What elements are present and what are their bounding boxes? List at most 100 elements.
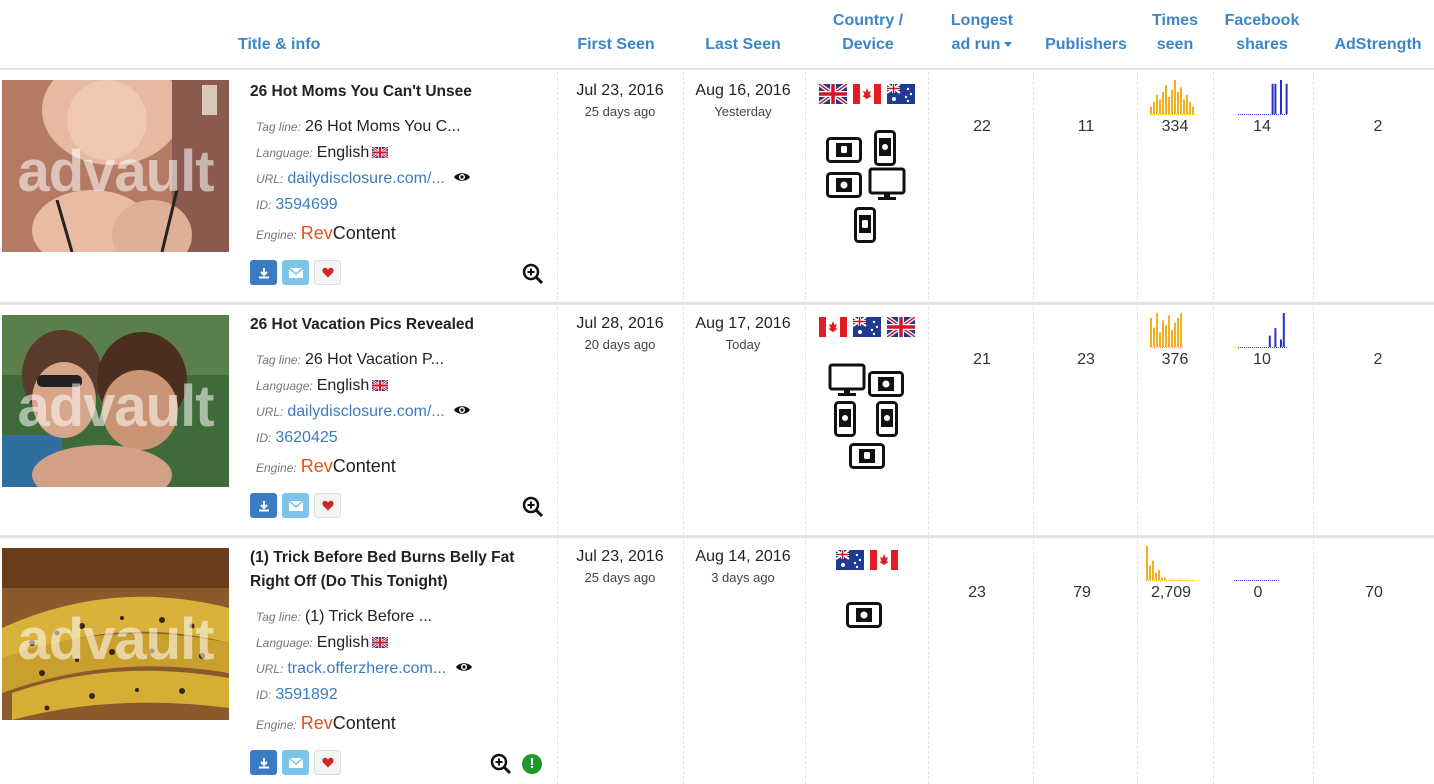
- first-seen-cell: Jul 23, 2016 25 days ago: [560, 80, 680, 122]
- url-link[interactable]: track.offerzhere.com...: [287, 660, 446, 677]
- sparkline-bar: [1165, 84, 1167, 114]
- facebook-shares-value: 14: [1253, 118, 1271, 135]
- longest-ad-run-value: 22: [973, 118, 991, 135]
- col-adstrength[interactable]: AdStrength: [1326, 0, 1430, 68]
- favorite-button[interactable]: [314, 750, 341, 775]
- sparkline-bar: [1280, 339, 1282, 347]
- sparkline-bar: [1159, 332, 1161, 347]
- download-button[interactable]: [250, 750, 277, 775]
- last-seen-ago: Yesterday: [714, 104, 772, 119]
- id-link[interactable]: 3620425: [275, 429, 337, 446]
- favorite-button[interactable]: [314, 493, 341, 518]
- uk-flag-icon: [372, 147, 389, 158]
- eye-icon[interactable]: [453, 404, 471, 416]
- email-button[interactable]: [282, 750, 309, 775]
- ad-title[interactable]: 26 Hot Vacation Pics Revealed: [250, 313, 550, 337]
- zoom-in-icon[interactable]: [522, 263, 544, 285]
- australia-flag-icon: [836, 550, 864, 570]
- ad-title[interactable]: 26 Hot Moms You Can't Unsee: [250, 80, 550, 104]
- col-title-info[interactable]: Title & info: [238, 0, 438, 68]
- times-seen-sparkline: [1146, 546, 1196, 581]
- url-link[interactable]: dailydisclosure.com/...: [287, 170, 444, 187]
- ad-title-line: 26 Hot Moms You Can't Unsee: [250, 83, 472, 100]
- engine-label: Engine:: [256, 718, 297, 732]
- sparkline-bar: [1161, 577, 1163, 580]
- col-times-seen[interactable]: Times seen: [1140, 0, 1210, 68]
- url-link[interactable]: dailydisclosure.com/...: [287, 403, 444, 420]
- adstrength-value: 70: [1365, 584, 1383, 601]
- longest-ad-run-value: 23: [968, 584, 986, 601]
- email-button[interactable]: [282, 260, 309, 285]
- publishers-value: 23: [1077, 351, 1095, 368]
- url-row: URL: dailydisclosure.com/...: [256, 403, 471, 421]
- engine-row: Engine: RevContent: [256, 223, 396, 244]
- sparkline-bar: [1189, 101, 1191, 114]
- desktop-icon: [868, 167, 906, 200]
- table-header: Title & info First Seen Last Seen Countr…: [0, 0, 1434, 70]
- australia-flag-icon: [887, 84, 915, 104]
- id-label: ID:: [256, 198, 272, 212]
- device-icons: [818, 127, 916, 247]
- url-row: URL: dailydisclosure.com/...: [256, 170, 471, 188]
- download-button[interactable]: [250, 493, 277, 518]
- id-link[interactable]: 3594699: [275, 196, 337, 213]
- ad-title[interactable]: (1) Trick Before Bed Burns Belly Fat Rig…: [250, 546, 550, 594]
- sparkline-bar: [1180, 313, 1182, 347]
- table-row[interactable]: advault (1) Trick Before Bed Burns Belly…: [0, 538, 1434, 784]
- engine-label: Engine:: [256, 461, 297, 475]
- col-country-device[interactable]: Country / Device: [818, 0, 918, 68]
- language-row: Language: English: [256, 634, 389, 652]
- sparkline-bar: [1159, 99, 1161, 114]
- language-label: Language:: [256, 146, 313, 160]
- id-link[interactable]: 3591892: [275, 686, 337, 703]
- table-row[interactable]: advault 26 Hot Moms You Can't Unsee Tag …: [0, 72, 1434, 302]
- favorite-button[interactable]: [314, 260, 341, 285]
- col-times-label: Times: [1152, 12, 1198, 29]
- sparkline-bar: [1168, 315, 1170, 347]
- sparkline-bar: [1174, 322, 1176, 347]
- engine-row: Engine: RevContent: [256, 456, 396, 477]
- download-icon: [258, 500, 269, 511]
- apple-phone-icon: [876, 401, 898, 437]
- alert-icon[interactable]: !: [522, 754, 542, 774]
- id-row: ID: 3620425: [256, 429, 338, 447]
- sparkline-bar: [1180, 87, 1182, 114]
- engine-logo-content: Content: [332, 223, 396, 243]
- mail-icon: [288, 757, 303, 768]
- tagline-label: Tag line:: [256, 610, 301, 624]
- tagline-label: Tag line:: [256, 120, 301, 134]
- ad-thumbnail[interactable]: advault: [2, 548, 229, 720]
- engine-logo-rev: Rev: [300, 223, 333, 243]
- last-seen-ago: Today: [725, 337, 761, 352]
- download-button[interactable]: [250, 260, 277, 285]
- android-tablet-icon: [849, 443, 885, 469]
- zoom-in-icon[interactable]: [522, 496, 544, 518]
- watermark: advault: [17, 374, 214, 439]
- sparkline-bar: [1186, 94, 1188, 114]
- action-buttons: [250, 260, 341, 285]
- col-last-seen[interactable]: Last Seen: [693, 0, 793, 68]
- first-seen-cell: Jul 28, 2016 20 days ago: [560, 313, 680, 355]
- last-seen-date: Aug 17, 2016: [695, 315, 791, 332]
- download-icon: [258, 757, 269, 768]
- col-longest-ad-run[interactable]: Longest ad run: [936, 0, 1028, 68]
- col-facebook-label: Facebook: [1224, 12, 1300, 29]
- sparkline-bar: [1171, 89, 1173, 114]
- id-label: ID:: [256, 431, 272, 445]
- ad-thumbnail[interactable]: advault: [2, 80, 229, 252]
- col-first-seen[interactable]: First Seen: [566, 0, 666, 68]
- table-row[interactable]: advault 26 Hot Vacation Pics Revealed Ta…: [0, 305, 1434, 535]
- ad-thumbnail[interactable]: advault: [2, 315, 229, 487]
- col-country-label: Country /: [832, 12, 904, 29]
- email-button[interactable]: [282, 493, 309, 518]
- col-facebook-shares[interactable]: Facebook shares: [1216, 0, 1308, 68]
- eye-icon[interactable]: [455, 661, 473, 673]
- col-adstrength-label: AdStrength: [1334, 36, 1422, 53]
- action-buttons: [250, 493, 341, 518]
- canada-flag-icon: [870, 550, 898, 570]
- zoom-in-icon[interactable]: [490, 753, 512, 775]
- eye-icon[interactable]: [453, 171, 471, 183]
- ad-title-line: (1) Trick Before Bed Burns Belly Fat: [250, 549, 515, 566]
- url-label: URL:: [256, 405, 284, 419]
- col-publishers[interactable]: Publishers: [1040, 0, 1132, 68]
